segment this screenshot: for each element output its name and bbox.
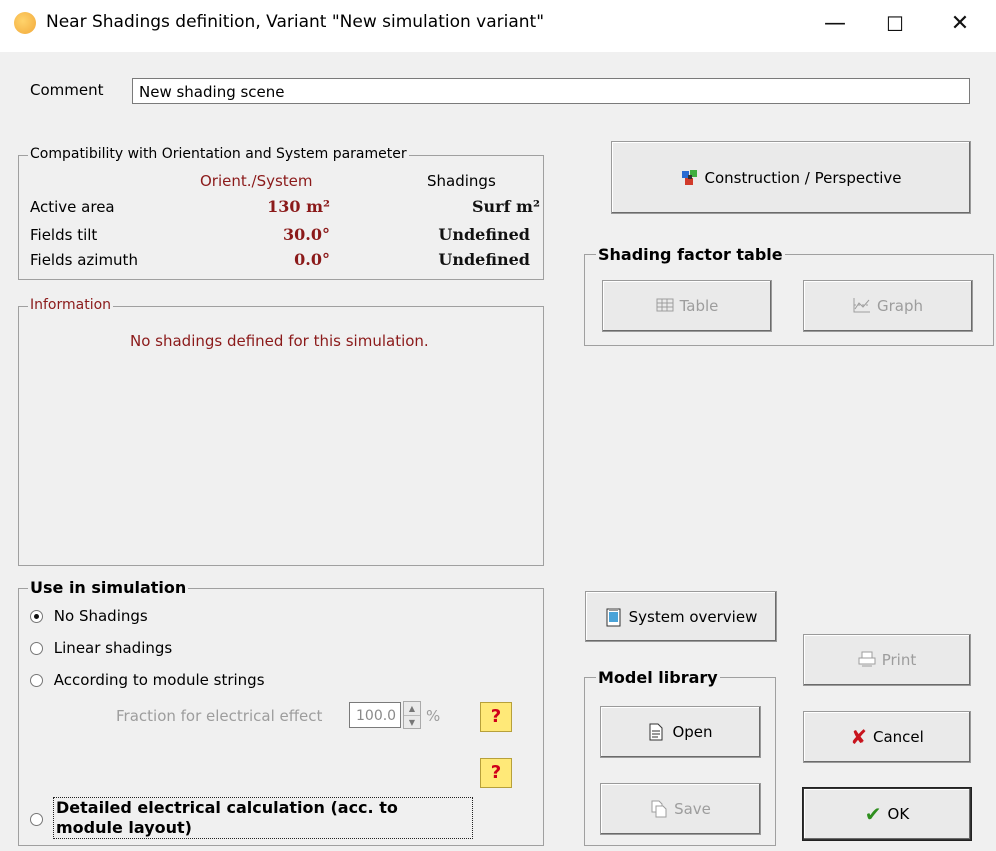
system-overview-button[interactable]: System overview (585, 591, 777, 642)
printer-icon (858, 651, 876, 669)
title-bar: Near Shadings definition, Variant "New s… (0, 0, 996, 52)
cancel-button[interactable]: ✘ Cancel (803, 711, 971, 763)
option-no-shadings[interactable]: No Shadings (30, 607, 148, 625)
option-linear-shadings[interactable]: Linear shadings (30, 639, 172, 657)
fraction-input[interactable]: 100.0 (349, 702, 401, 728)
ok-label: OK (887, 805, 910, 823)
close-button[interactable]: ✕ (930, 4, 990, 44)
cancel-x-icon: ✘ (850, 725, 867, 749)
save-button[interactable]: Save (600, 783, 761, 835)
col-shadings-header: Shadings (427, 172, 496, 190)
help-button-detailed[interactable]: ? (480, 758, 512, 788)
construction-label: Construction / Perspective (704, 168, 902, 187)
comment-input[interactable]: New shading scene (132, 78, 970, 104)
construction-icon (681, 169, 699, 187)
graph-label: Graph (876, 297, 923, 315)
cancel-label: Cancel (872, 728, 924, 746)
maximize-button[interactable]: ☐ (865, 4, 925, 44)
save-icon (650, 800, 668, 818)
radio-no-shadings[interactable] (30, 610, 43, 623)
checkmark-icon: ✔ (864, 802, 882, 826)
fields-tilt-shadings: Undefined (438, 225, 530, 244)
graph-button[interactable]: Graph (803, 280, 973, 332)
comment-label: Comment (30, 81, 104, 99)
active-area-label: Active area (30, 198, 115, 216)
radio-module-strings[interactable] (30, 674, 43, 687)
compat-title: Compatibility with Orientation and Syste… (28, 146, 409, 162)
graph-icon (853, 297, 871, 315)
ok-button[interactable]: ✔ OK (803, 788, 971, 840)
fraction-unit: % (426, 707, 441, 725)
fields-tilt-label: Fields tilt (30, 226, 98, 244)
option-detailed-label: Detailed electrical calculation (acc. to… (53, 797, 473, 839)
construction-perspective-button[interactable]: Construction / Perspective (611, 141, 971, 214)
radio-detailed[interactable] (30, 813, 43, 826)
open-icon (648, 723, 666, 741)
active-area-shadings: Surf m² (471, 197, 540, 216)
use-in-simulation-title: Use in simulation (28, 578, 189, 597)
information-message: No shadings defined for this simulation. (130, 332, 429, 350)
fields-azimuth-label: Fields azimuth (30, 251, 138, 269)
option-module-strings[interactable]: According to module strings (30, 671, 265, 689)
fields-azimuth-shadings: Undefined (438, 250, 530, 269)
option-no-shadings-label: No Shadings (53, 607, 148, 625)
system-overview-icon (605, 607, 623, 626)
fraction-label: Fraction for electrical effect (116, 707, 323, 725)
window-title: Near Shadings definition, Variant "New s… (46, 12, 545, 32)
fields-azimuth-orient: 0.0° (294, 250, 330, 269)
save-label: Save (674, 800, 711, 818)
print-label: Print (881, 651, 917, 669)
shading-table-title: Shading factor table (596, 245, 785, 264)
open-button[interactable]: Open (600, 706, 761, 758)
help-button-fraction[interactable]: ? (480, 702, 512, 732)
table-icon (656, 297, 674, 315)
app-icon (14, 12, 36, 34)
active-area-orient: 130 m² (267, 197, 330, 216)
system-overview-label: System overview (628, 607, 758, 626)
fields-tilt-orient: 30.0° (283, 225, 330, 244)
table-button[interactable]: Table (602, 280, 772, 332)
table-label: Table (679, 297, 719, 315)
radio-linear-shadings[interactable] (30, 642, 43, 655)
minimize-button[interactable]: — (805, 4, 865, 44)
option-module-strings-label: According to module strings (53, 671, 265, 689)
model-library-title: Model library (596, 668, 720, 687)
fraction-spinner[interactable]: ▲ ▼ (403, 701, 421, 729)
option-linear-shadings-label: Linear shadings (53, 639, 173, 657)
col-orient-header: Orient./System (200, 172, 313, 190)
spin-down-icon[interactable]: ▼ (404, 716, 420, 729)
open-label: Open (672, 723, 713, 741)
information-title: Information (28, 297, 114, 313)
spin-up-icon[interactable]: ▲ (404, 702, 420, 716)
print-button[interactable]: Print (803, 634, 971, 686)
option-detailed[interactable]: Detailed electrical calculation (acc. to… (30, 797, 473, 839)
